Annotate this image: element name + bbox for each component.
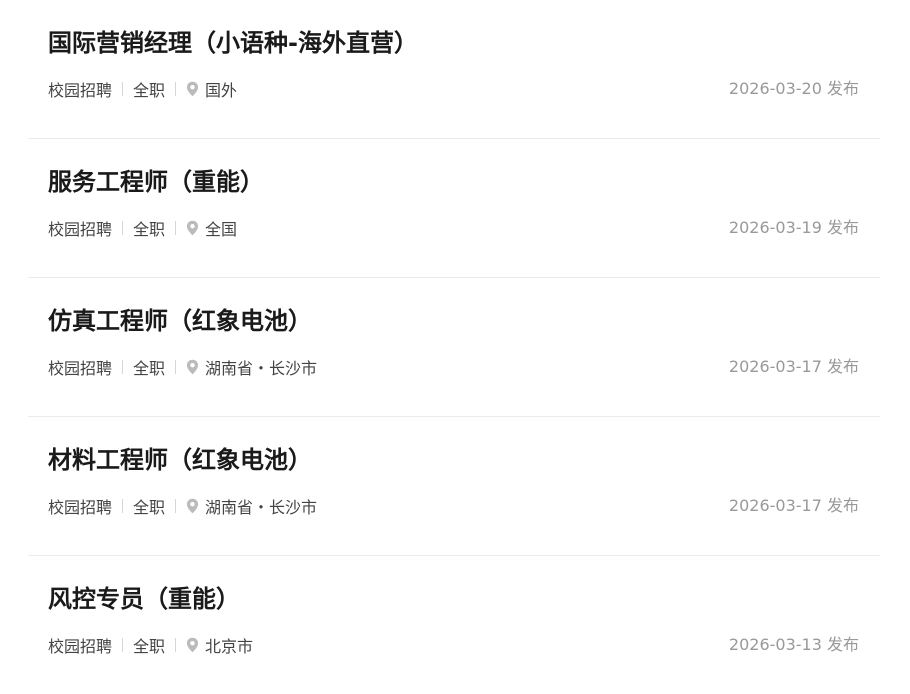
job-list-item[interactable]: 国际营销经理（小语种-海外直营） 校园招聘 全职 国外 2026-03-20 发… — [28, 0, 880, 139]
location-label: 国外 — [205, 81, 238, 100]
job-title[interactable]: 国际营销经理（小语种-海外直营） — [48, 26, 418, 60]
job-title[interactable]: 仿真工程师（红象电池） — [48, 304, 312, 338]
job-list-item[interactable]: 服务工程师（重能） 校园招聘 全职 全国 2026-03-19 发布 — [28, 139, 880, 278]
recruit-type-label: 校园招聘 — [48, 81, 113, 100]
meta-divider — [122, 82, 124, 96]
location-pin-icon — [186, 498, 199, 514]
meta-divider — [122, 221, 124, 235]
location-label: 湖南省・长沙市 — [205, 498, 318, 517]
job-meta: 校园招聘 全职 湖南省・长沙市 — [48, 494, 317, 518]
recruit-type-label: 校园招聘 — [48, 637, 113, 656]
job-title[interactable]: 材料工程师（红象电池） — [48, 443, 312, 477]
meta-divider — [175, 82, 177, 96]
location-pin-icon — [186, 359, 199, 375]
job-title[interactable]: 服务工程师（重能） — [48, 165, 264, 199]
recruit-type-label: 校园招聘 — [48, 220, 113, 239]
publish-date: 2026-03-17 发布 — [728, 496, 859, 515]
recruit-type-label: 校园招聘 — [48, 498, 113, 517]
employment-type-label: 全职 — [133, 359, 166, 378]
job-meta: 校园招聘 全职 全国 — [48, 216, 237, 240]
meta-divider — [175, 360, 177, 374]
job-title[interactable]: 风控专员（重能） — [48, 582, 240, 616]
job-list-item[interactable]: 仿真工程师（红象电池） 校园招聘 全职 湖南省・长沙市 2026-03-17 发… — [28, 278, 880, 417]
meta-divider — [122, 360, 124, 374]
publish-date: 2026-03-19 发布 — [728, 218, 859, 237]
employment-type-label: 全职 — [133, 498, 166, 517]
location-pin-icon — [186, 81, 199, 97]
meta-divider — [175, 221, 177, 235]
meta-divider — [175, 638, 177, 652]
employment-type-label: 全职 — [133, 81, 166, 100]
meta-divider — [175, 499, 177, 513]
location-label: 全国 — [205, 220, 238, 239]
meta-divider — [122, 638, 124, 652]
job-list-item[interactable]: 材料工程师（红象电池） 校园招聘 全职 湖南省・长沙市 2026-03-17 发… — [28, 417, 880, 556]
location-label: 北京市 — [205, 637, 254, 656]
location-pin-icon — [186, 637, 199, 653]
employment-type-label: 全职 — [133, 637, 166, 656]
job-meta: 校园招聘 全职 湖南省・长沙市 — [48, 355, 317, 379]
job-list: 国际营销经理（小语种-海外直营） 校园招聘 全职 国外 2026-03-20 发… — [0, 0, 910, 694]
employment-type-label: 全职 — [133, 220, 166, 239]
publish-date: 2026-03-20 发布 — [728, 79, 859, 98]
publish-date: 2026-03-13 发布 — [728, 635, 859, 654]
job-meta: 校园招聘 全职 国外 — [48, 77, 237, 101]
job-list-item[interactable]: 风控专员（重能） 校园招聘 全职 北京市 2026-03-13 发布 — [28, 556, 880, 694]
job-meta: 校园招聘 全职 北京市 — [48, 633, 253, 657]
meta-divider — [122, 499, 124, 513]
publish-date: 2026-03-17 发布 — [728, 357, 859, 376]
location-pin-icon — [186, 220, 199, 236]
location-label: 湖南省・长沙市 — [205, 359, 318, 378]
recruit-type-label: 校园招聘 — [48, 359, 113, 378]
